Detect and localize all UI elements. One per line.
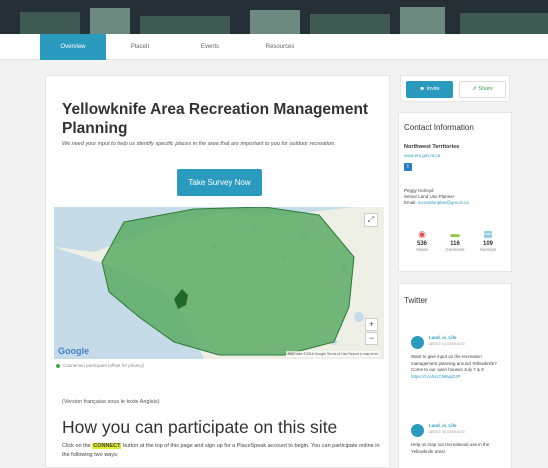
invite-person-icon: ☻ — [419, 86, 427, 92]
banner-tree-silhouette — [20, 12, 80, 34]
share-button[interactable]: ⇗ Share — [459, 81, 506, 98]
connect-highlight: CONNECT — [92, 443, 122, 449]
tab-placeit[interactable]: PlaceIt — [112, 34, 168, 60]
banner-tree-silhouette — [310, 14, 390, 34]
map-expand-icon[interactable]: ⤢ — [364, 213, 378, 227]
intro-text: We need your input to help us identify s… — [62, 141, 336, 147]
tweet-item[interactable]: Land_is_Life ABOUT 14 DAYS AGO Want to g… — [411, 334, 501, 409]
twitter-heading: Twitter — [404, 296, 428, 305]
connect-icon: ▬ — [450, 229, 460, 239]
body-text-before: Click on the — [62, 443, 93, 449]
tweet-time: ABOUT 30 DAYS AGO — [429, 430, 465, 434]
contact-email-link[interactable]: recreationplan@gov.nt.ca — [418, 200, 469, 205]
banner-tree-silhouette — [90, 8, 130, 34]
map-legend-note: Connected participant (offset for privac… — [56, 363, 144, 368]
contact-heading: Contact Information — [404, 123, 474, 132]
surveys-label: Surveys — [479, 247, 497, 252]
tweet-body: Want to give input on the recreation man… — [411, 354, 497, 372]
stat-connects: ▬ 116 Connects — [440, 229, 470, 252]
connects-label: Connects — [445, 247, 465, 252]
invite-button[interactable]: ☻ Invite — [406, 81, 453, 98]
stat-views: ◉ 536 Views — [407, 229, 437, 252]
contact-person: Peggy Holroyd Senior Land Use Planner Em… — [404, 188, 469, 206]
contact-organization: Northwest Territories — [404, 144, 460, 150]
action-buttons-card: ☻ Invite ⇗ Share — [400, 75, 510, 102]
tweet-text: Help us map out recreational use in the … — [411, 442, 499, 455]
tweet-time: ABOUT 14 DAYS AGO — [429, 342, 465, 346]
tweet-body: Help us map out recreational use in the … — [411, 442, 490, 454]
zoom-in-button[interactable]: + — [365, 318, 378, 331]
banner-tree-silhouette — [140, 16, 230, 34]
tab-resources[interactable]: Resources — [250, 34, 310, 60]
contact-info-card: Contact Information Northwest Territorie… — [398, 112, 512, 272]
views-label: Views — [416, 247, 428, 252]
eye-icon: ◉ — [418, 229, 426, 239]
french-version-note: (Version française sous le texte Anglais… — [62, 399, 160, 405]
tweet-text: Want to give input on the recreation man… — [411, 354, 499, 380]
tweet-avatar — [411, 336, 424, 349]
tweet-handle[interactable]: Land_is_Life — [429, 335, 457, 340]
twitter-icon[interactable]: t — [404, 163, 412, 171]
legend-note-text: Connected participant (offset for privac… — [63, 363, 144, 368]
banner-tree-silhouette — [250, 10, 300, 34]
zoom-out-button[interactable]: − — [365, 332, 378, 345]
take-survey-button[interactable]: Take Survey Now — [177, 169, 262, 196]
participate-heading: How you can participate on this site — [62, 417, 338, 437]
google-logo: Google — [58, 346, 89, 356]
contact-email-label: Email: — [404, 200, 417, 205]
survey-icon: ▤ — [483, 229, 493, 239]
participate-body: Click on the CONNECT button at the top o… — [62, 442, 382, 460]
header-banner — [0, 0, 548, 34]
map-attribution[interactable]: Map data ©2016 Google Terms of Use Repor… — [285, 351, 380, 357]
legend-dot-icon — [56, 363, 60, 368]
map-canvas[interactable] — [54, 207, 384, 359]
contact-email-row: Email: recreationplan@gov.nt.ca — [404, 200, 469, 206]
page-title: Yellowknife Area Recreation Management P… — [62, 101, 369, 137]
invite-label: Invite — [426, 86, 440, 92]
tab-events[interactable]: Events — [180, 34, 240, 60]
share-label: Share — [478, 86, 493, 92]
expand-arrows-icon: ⤢ — [367, 215, 375, 224]
twitter-feed-card: Twitter Land_is_Life ABOUT 14 DAYS AGO W… — [398, 283, 512, 468]
banner-tree-silhouette — [460, 13, 548, 34]
stat-surveys: ▤ 109 Surveys — [473, 229, 503, 252]
tab-overview[interactable]: Overview — [40, 34, 106, 60]
stats-row: ◉ 536 Views ▬ 116 Connects ▤ 109 Surveys — [399, 229, 511, 261]
main-content-card: Yellowknife Area Recreation Management P… — [45, 75, 390, 468]
map-widget[interactable]: ⤢ + − Google Map data ©2016 Google Terms… — [54, 207, 384, 359]
tweet-handle[interactable]: Land_is_Life — [429, 423, 457, 428]
banner-tree-silhouette — [400, 7, 445, 34]
tab-bar: Overview PlaceIt Events Resources — [0, 34, 548, 60]
tweet-link[interactable]: https://t.co/NzCN8wjOJP — [411, 374, 461, 379]
contact-website-link[interactable]: www.enr.gov.nt.ca — [404, 153, 440, 158]
tweet-avatar — [411, 424, 424, 437]
tweet-item[interactable]: Land_is_Life ABOUT 30 DAYS AGO Help us m… — [411, 422, 501, 468]
